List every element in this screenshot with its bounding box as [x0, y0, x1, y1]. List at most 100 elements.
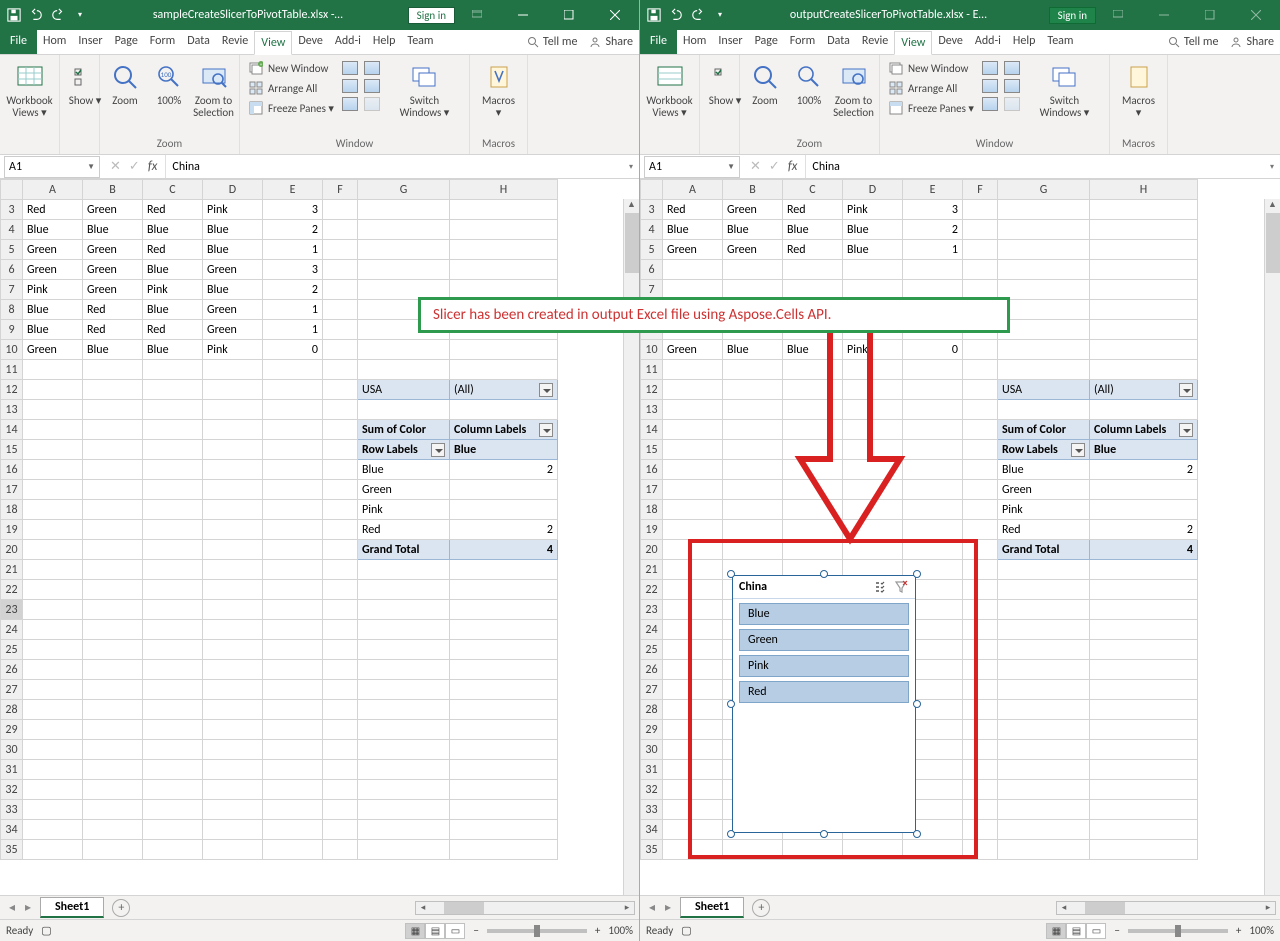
view-mode-buttons[interactable]: ▦▤▭ — [1046, 923, 1106, 939]
save-icon[interactable] — [6, 7, 22, 23]
undo-icon[interactable] — [28, 7, 44, 23]
tab-addins[interactable]: Add-i — [969, 30, 1007, 54]
cancel-formula-icon[interactable]: ✕ — [110, 159, 121, 174]
zoom-selection-button[interactable]: Zoom to Selection — [832, 59, 875, 121]
window-mini-icons-2[interactable] — [362, 59, 382, 113]
zoom-slider[interactable] — [1128, 929, 1228, 933]
tab-home[interactable]: Hom — [37, 30, 72, 54]
window-mini-icons-1[interactable] — [340, 59, 360, 113]
expand-formula-icon[interactable]: ▾ — [1264, 162, 1280, 172]
minimize-icon[interactable] — [1142, 0, 1186, 30]
formula-input[interactable]: China — [805, 155, 1264, 178]
horizontal-scrollbar[interactable]: ◂▸ — [1056, 901, 1276, 915]
workbook-views-button[interactable]: Workbook Views ▾ — [644, 59, 695, 121]
signin-button[interactable]: Sign in — [1049, 7, 1096, 24]
horizontal-scrollbar[interactable]: ◂▸ — [415, 901, 635, 915]
zoom-percent[interactable]: 100% — [608, 924, 633, 937]
tab-insert[interactable]: Inser — [72, 30, 108, 54]
name-box[interactable]: A1▼ — [644, 156, 740, 178]
enter-formula-icon[interactable]: ✓ — [769, 159, 780, 174]
zoom-button[interactable]: Zoom — [744, 59, 786, 109]
tab-formulas[interactable]: Form — [144, 30, 181, 54]
ribbon-display-icon[interactable] — [1096, 0, 1140, 30]
maximize-icon[interactable] — [547, 0, 591, 30]
sheet-tab[interactable]: Sheet1 — [680, 897, 744, 918]
zoom-slider[interactable] — [487, 929, 587, 933]
zoom-percent[interactable]: 100% — [1249, 924, 1274, 937]
fx-icon[interactable]: fx — [788, 159, 798, 174]
tab-help[interactable]: Help — [1007, 30, 1042, 54]
redo-icon[interactable] — [50, 7, 66, 23]
tab-page[interactable]: Page — [109, 30, 144, 54]
tab-data[interactable]: Data — [821, 30, 856, 54]
name-box[interactable]: A1▼ — [4, 156, 100, 178]
new-window-button[interactable]: New Window — [884, 59, 978, 77]
enter-formula-icon[interactable]: ✓ — [129, 159, 140, 174]
zoom-in-icon[interactable]: + — [595, 924, 600, 937]
tab-review[interactable]: Revie — [856, 30, 894, 54]
add-sheet-button[interactable]: + — [112, 899, 130, 917]
switch-windows-button[interactable]: Switch Windows ▾ — [1024, 59, 1105, 121]
zoom-100-button[interactable]: 100100% — [148, 59, 190, 109]
share-button[interactable]: Share — [1224, 30, 1280, 54]
qat-dropdown-icon[interactable]: ▾ — [72, 7, 88, 23]
add-sheet-button[interactable]: + — [752, 899, 770, 917]
workbook-views-button[interactable]: Workbook Views ▾ — [4, 59, 55, 121]
spreadsheet-grid[interactable]: ABCDEFGH3RedGreenRedPink34BlueBlueBlueBl… — [0, 179, 558, 860]
tab-team[interactable]: Team — [1041, 30, 1079, 54]
tab-view[interactable]: View — [254, 31, 292, 55]
redo-icon[interactable] — [690, 7, 706, 23]
freeze-panes-button[interactable]: Freeze Panes ▾ — [884, 99, 978, 117]
tab-review[interactable]: Revie — [216, 30, 254, 54]
arrange-all-button[interactable]: Arrange All — [244, 79, 338, 97]
formula-input[interactable]: China — [165, 155, 623, 178]
signin-button[interactable]: Sign in — [408, 7, 455, 24]
tab-home[interactable]: Hom — [677, 30, 712, 54]
arrange-all-button[interactable]: Arrange All — [884, 79, 978, 97]
tab-team[interactable]: Team — [401, 30, 439, 54]
share-button[interactable]: Share — [583, 30, 639, 54]
window-mini-icons-1[interactable] — [980, 59, 1000, 113]
cancel-formula-icon[interactable]: ✕ — [750, 159, 761, 174]
tab-help[interactable]: Help — [367, 30, 402, 54]
tab-addins[interactable]: Add-i — [329, 30, 367, 54]
zoom-in-icon[interactable]: + — [1236, 924, 1241, 937]
zoom-selection-button[interactable]: Zoom to Selection — [192, 59, 235, 121]
sheet-nav[interactable]: ◂▸ — [0, 900, 40, 915]
expand-formula-icon[interactable]: ▾ — [623, 162, 639, 172]
zoom-out-icon[interactable]: − — [1114, 924, 1119, 937]
minimize-icon[interactable] — [501, 0, 545, 30]
tab-file[interactable]: File — [640, 30, 677, 54]
ribbon-display-icon[interactable] — [455, 0, 499, 30]
fx-icon[interactable]: fx — [148, 159, 158, 174]
new-window-button[interactable]: +New Window — [244, 59, 338, 77]
macro-record-icon[interactable]: ▢ — [681, 924, 691, 937]
tellme-search[interactable]: Tell me — [521, 30, 584, 54]
switch-windows-button[interactable]: Switch Windows ▾ — [384, 59, 465, 121]
sheet-tab[interactable]: Sheet1 — [40, 897, 104, 918]
macros-button[interactable]: Macros ▾ — [474, 59, 523, 121]
tab-developer[interactable]: Deve — [292, 30, 329, 54]
tab-page[interactable]: Page — [749, 30, 784, 54]
tab-view[interactable]: View — [894, 31, 932, 55]
sheet-nav[interactable]: ◂▸ — [640, 900, 680, 915]
qat-dropdown-icon[interactable]: ▾ — [712, 7, 728, 23]
window-mini-icons-2[interactable] — [1002, 59, 1022, 113]
vertical-scrollbar[interactable]: ▲ — [1264, 199, 1280, 895]
zoom-100-button[interactable]: 100% — [788, 59, 830, 109]
tab-insert[interactable]: Inser — [712, 30, 748, 54]
close-icon[interactable] — [1234, 0, 1278, 30]
view-mode-buttons[interactable]: ▦▤▭ — [405, 923, 465, 939]
maximize-icon[interactable] — [1188, 0, 1232, 30]
undo-icon[interactable] — [668, 7, 684, 23]
freeze-panes-button[interactable]: Freeze Panes ▾ — [244, 99, 338, 117]
tab-file[interactable]: File — [0, 30, 37, 54]
close-icon[interactable] — [593, 0, 637, 30]
tab-developer[interactable]: Deve — [932, 30, 969, 54]
zoom-button[interactable]: Zoom — [104, 59, 146, 109]
macro-record-icon[interactable]: ▢ — [41, 924, 51, 937]
tellme-search[interactable]: Tell me — [1162, 30, 1225, 54]
tab-data[interactable]: Data — [181, 30, 216, 54]
tab-formulas[interactable]: Form — [784, 30, 821, 54]
zoom-out-icon[interactable]: − — [473, 924, 478, 937]
